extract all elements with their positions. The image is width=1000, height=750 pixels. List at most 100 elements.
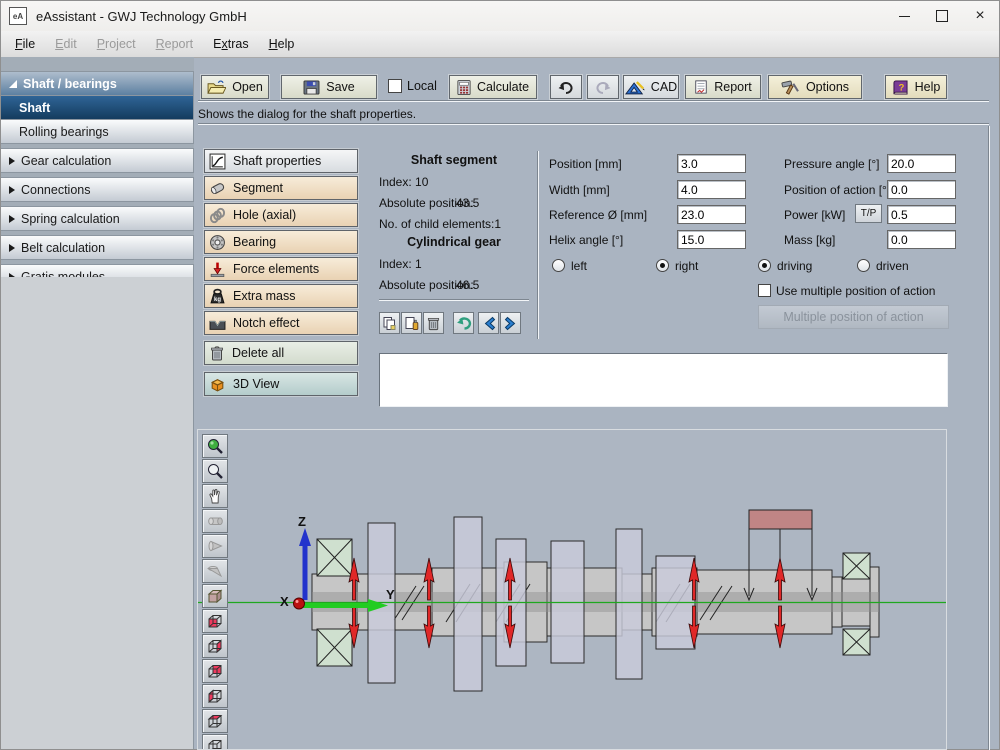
force-elements-button[interactable]: Force elements <box>204 257 358 281</box>
cad-button[interactable]: CAD <box>623 75 679 99</box>
helix-angle-label: Helix angle [°] <box>549 233 623 247</box>
helix-angle-input[interactable] <box>677 230 746 249</box>
options-button[interactable]: Options <box>768 75 862 99</box>
view-face-back-button[interactable] <box>202 659 228 683</box>
sidebar-item-rolling-bearings[interactable]: Rolling bearings <box>1 120 194 144</box>
view-3d-button[interactable]: 3D View <box>204 372 358 396</box>
width-input[interactable] <box>677 180 746 199</box>
status-separator <box>198 123 989 125</box>
minimize-button[interactable] <box>885 1 923 31</box>
sidebar-group-gear-calculation[interactable]: Gear calculation <box>1 148 194 173</box>
shaft-3d-view[interactable]: Z Y X <box>197 429 947 750</box>
sidebar-filler <box>1 277 194 749</box>
pressure-angle-label: Pressure angle [°] <box>784 157 880 171</box>
toolbar-separator <box>198 100 989 102</box>
undo-icon <box>558 81 574 94</box>
menu-project: Project <box>87 34 146 54</box>
maximize-icon <box>936 10 948 22</box>
axis-x-label: X <box>280 594 289 609</box>
cad-setsquare-icon <box>625 80 645 95</box>
help-book-icon: ? <box>892 80 909 95</box>
chart-icon <box>209 153 226 170</box>
torque-power-toggle-button[interactable]: T/P <box>855 204 882 223</box>
view-pan-button[interactable] <box>202 484 228 508</box>
undo-button[interactable] <box>550 75 582 99</box>
sidebar-group-connections[interactable]: Connections <box>1 177 194 202</box>
shaft-element-buttons: Shaft properties Segment Hole (axial) Be… <box>204 149 358 335</box>
sidebar-group-spring-calculation[interactable]: Spring calculation <box>1 206 194 231</box>
calculate-button[interactable]: Calculate <box>449 75 537 99</box>
cube-back-face-icon <box>206 662 224 680</box>
multiple-position-checkbox[interactable] <box>758 284 771 297</box>
message-text-area[interactable] <box>379 353 948 407</box>
maximize-button[interactable] <box>923 1 961 31</box>
status-text: Shows the dialog for the shaft propertie… <box>198 107 416 121</box>
position-of-action-input[interactable] <box>887 180 956 199</box>
menu-file[interactable]: File <box>5 34 45 54</box>
collapsed-triangle-icon <box>9 244 15 252</box>
force-arrow-icon <box>209 261 226 278</box>
helix-right-radio[interactable] <box>656 259 669 272</box>
view-toolbar <box>202 434 228 750</box>
view-zoom-out-button[interactable] <box>202 459 228 483</box>
view-face-right-button[interactable] <box>202 634 228 658</box>
delete-element-button[interactable] <box>423 312 444 334</box>
copy-element-button[interactable] <box>379 312 400 334</box>
gear-index: Index: 1 <box>379 257 422 271</box>
copy-icon <box>382 316 397 331</box>
cube-bottom-face-icon <box>206 737 224 750</box>
bearing-icon <box>209 234 226 251</box>
report-button[interactable]: Report <box>685 75 761 99</box>
tools-icon <box>781 80 800 95</box>
pressure-angle-input[interactable] <box>887 154 956 173</box>
mass-label: Mass [kg] <box>784 233 835 247</box>
segment-button[interactable]: Segment <box>204 176 358 200</box>
paste-icon <box>404 316 419 331</box>
close-button[interactable]: × <box>961 1 999 31</box>
view-face-bottom-button[interactable] <box>202 734 228 750</box>
helix-left-radio[interactable] <box>552 259 565 272</box>
mass-input[interactable] <box>887 230 956 249</box>
shaft-properties-button[interactable]: Shaft properties <box>204 149 358 173</box>
pan-hand-icon <box>206 487 224 505</box>
expanded-triangle-icon <box>9 80 17 88</box>
gear-abs-value: 46.5 <box>456 278 479 292</box>
help-button[interactable]: ? Help <box>885 75 947 99</box>
position-input[interactable] <box>677 154 746 173</box>
extra-mass-button[interactable]: kg Extra mass <box>204 284 358 308</box>
previous-element-button[interactable] <box>478 312 499 334</box>
title-bar: eA eAssistant - GWJ Technology GmbH × <box>1 1 999 32</box>
sidebar-item-shaft[interactable]: Shaft <box>1 96 194 120</box>
view-zoom-in-button[interactable] <box>202 434 228 458</box>
segment-heading: Shaft segment <box>376 153 532 167</box>
driving-radio[interactable] <box>758 259 771 272</box>
cylinder-view-icon <box>206 512 224 530</box>
view-cone2-button <box>202 559 228 583</box>
paste-element-button[interactable] <box>401 312 422 334</box>
reference-diameter-input[interactable] <box>677 205 746 224</box>
local-checkbox[interactable] <box>388 79 402 93</box>
view-iso-button[interactable] <box>202 584 228 608</box>
undo-element-button[interactable] <box>453 312 474 334</box>
power-input[interactable] <box>887 205 956 224</box>
menu-extras[interactable]: Extras <box>203 34 258 54</box>
chevron-right-icon <box>504 316 518 331</box>
next-element-button[interactable] <box>500 312 521 334</box>
view-face-top-button[interactable] <box>202 709 228 733</box>
cube-top-face-icon <box>206 712 224 730</box>
save-button[interactable]: Save <box>281 75 377 99</box>
hole-axial-button[interactable]: Hole (axial) <box>204 203 358 227</box>
notch-effect-button[interactable]: Notch effect <box>204 311 358 335</box>
sidebar-group-shaft-bearings[interactable]: Shaft / bearings <box>1 71 194 96</box>
zoom-out-icon <box>206 462 224 480</box>
sidebar-group-belt-calculation[interactable]: Belt calculation <box>1 235 194 260</box>
open-button[interactable]: Open <box>201 75 269 99</box>
bearing-button[interactable]: Bearing <box>204 230 358 254</box>
view-face-front-button[interactable] <box>202 609 228 633</box>
driven-radio[interactable] <box>857 259 870 272</box>
delete-all-button[interactable]: Delete all <box>204 341 358 365</box>
menu-help[interactable]: Help <box>259 34 305 54</box>
undo-green-icon <box>456 316 472 330</box>
calculator-icon <box>457 79 471 96</box>
view-face-left-button[interactable] <box>202 684 228 708</box>
